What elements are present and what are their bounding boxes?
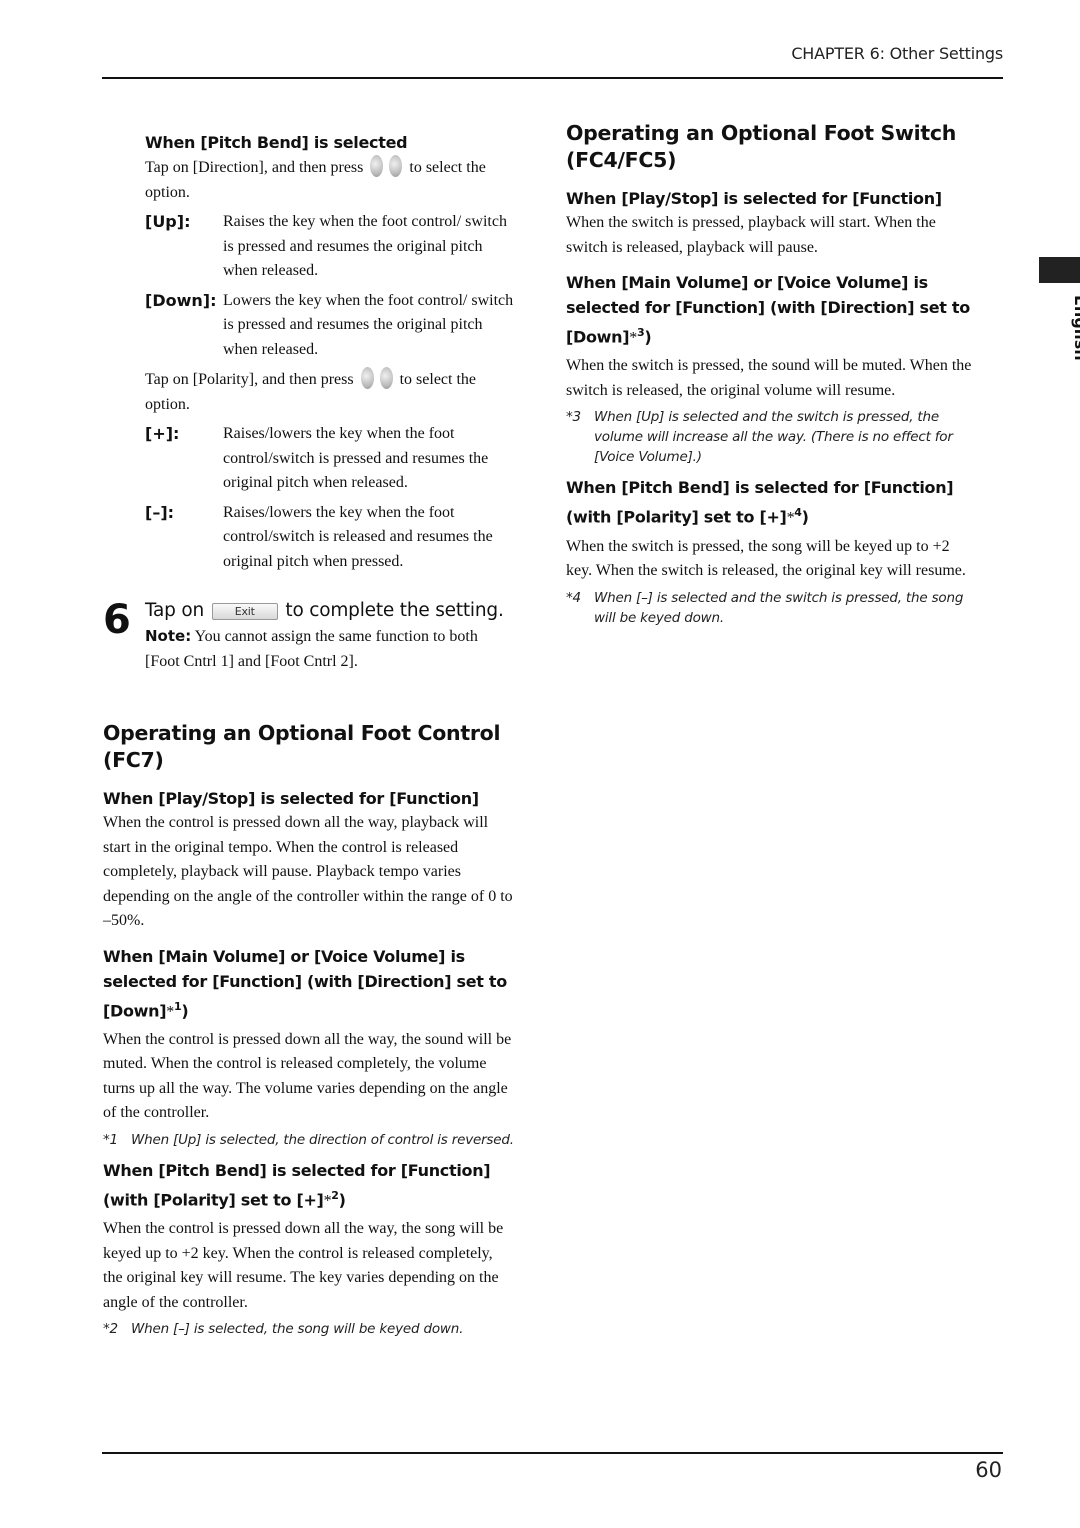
option-row: [Up]: Raises the key when the foot contr… xyxy=(145,210,515,284)
note-text: You cannot assign the same function to b… xyxy=(145,628,478,670)
option-desc: Lowers the key when the foot control/ sw… xyxy=(223,291,514,358)
fc7-play-stop-heading: When [Play/Stop] is selected for [Functi… xyxy=(103,789,479,808)
dial-left-icon xyxy=(370,155,384,177)
footnote-4: *4 When [–] is selected and the switch i… xyxy=(566,588,978,628)
direction-intro: Tap on [Direction], and then press to se… xyxy=(145,155,515,205)
footnote-mark: *2 xyxy=(103,1321,118,1338)
language-tab-label: English xyxy=(1071,295,1080,361)
pitch-bend-section: When [Pitch Bend] is selected Tap on [Di… xyxy=(103,130,515,574)
polarity-options: [+]: Raises/lowers the key when the foot… xyxy=(145,422,515,574)
fc4-pitch-heading: When [Pitch Bend] is selected for [Funct… xyxy=(566,478,954,527)
right-column: Operating an Optional Foot Switch (FC4/F… xyxy=(566,120,978,628)
direction-options: [Up]: Raises the key when the foot contr… xyxy=(145,210,515,362)
fc4-title: Operating an Optional Foot Switch (FC4/F… xyxy=(566,121,957,172)
pitch-bend-heading: When [Pitch Bend] is selected xyxy=(145,133,408,152)
footnote-3: *3 When [Up] is selected and the switch … xyxy=(566,407,978,467)
option-term: [–]: xyxy=(145,502,175,522)
footnote-ref: 2 xyxy=(331,1188,339,1202)
heading-text: When [Main Volume] or [Voice Volume] is … xyxy=(566,273,970,347)
footnote-text: When [Up] is selected and the switch is … xyxy=(594,409,953,466)
step-title-a: Tap on xyxy=(145,600,205,621)
polarity-intro: Tap on [Polarity], and then press to sel… xyxy=(145,367,515,417)
option-desc: Raises/lowers the key when the foot cont… xyxy=(223,503,493,570)
footnote-text: When [Up] is selected, the direction of … xyxy=(131,1131,514,1148)
heading-text: When [Main Volume] or [Voice Volume] is … xyxy=(103,946,507,1020)
fc7-play-stop-text: When the control is pressed down all the… xyxy=(103,814,513,929)
step-note: Note: You cannot assign the same functio… xyxy=(145,624,515,674)
fc4-play-stop-heading: When [Play/Stop] is selected for [Functi… xyxy=(566,189,942,208)
fc4-volume-text: When the switch is pressed, the sound wi… xyxy=(566,357,972,399)
dial-right-icon xyxy=(389,155,403,177)
option-desc: Raises/lowers the key when the foot cont… xyxy=(223,425,489,491)
fc4-pitch-text: When the switch is pressed, the song wil… xyxy=(566,537,966,580)
step-title-b: to complete the setting. xyxy=(285,600,504,621)
footnote-text: When [–] is selected and the switch is p… xyxy=(594,589,964,626)
step-body: Tap on Exit to complete the setting. Not… xyxy=(145,598,515,674)
fc4-play-stop-text: When the switch is pressed, playback wil… xyxy=(566,214,936,256)
fc4-volume-heading: When [Main Volume] or [Voice Volume] is … xyxy=(566,273,970,347)
page-number: 60 xyxy=(975,1458,1002,1482)
dial-left-icon xyxy=(360,367,374,389)
option-term: [Up]: xyxy=(145,212,191,231)
option-row: [Down]: Lowers the key when the foot con… xyxy=(145,289,515,363)
step-6: 6 Tap on Exit to complete the setting. N… xyxy=(103,598,515,674)
footnote-2: *2 When [–] is selected, the song will b… xyxy=(103,1319,515,1339)
footer-rule xyxy=(102,1452,1003,1454)
footnote-mark: *1 xyxy=(103,1131,118,1148)
option-desc: Raises the key when the foot control/ sw… xyxy=(223,213,507,279)
footnote-ref: 1 xyxy=(173,999,182,1013)
option-term: [Down]: xyxy=(145,290,217,310)
fc7-pitch-text: When the control is pressed down all the… xyxy=(103,1220,504,1311)
header-rule xyxy=(102,77,1003,79)
heading-text: When [Pitch Bend] is selected for [Funct… xyxy=(566,478,954,527)
polarity-intro-text-a: Tap on [Polarity], and then press xyxy=(145,371,354,388)
step-number: 6 xyxy=(103,597,131,643)
language-tab-marker xyxy=(1039,257,1080,283)
dial-right-icon xyxy=(379,367,393,389)
footnote-1: *1 When [Up] is selected, the direction … xyxy=(103,1130,515,1150)
option-term: [+]: xyxy=(145,424,180,443)
option-row: [–]: Raises/lowers the key when the foot… xyxy=(145,501,515,575)
fc7-volume-text: When the control is pressed down all the… xyxy=(103,1030,512,1122)
note-label: Note: xyxy=(145,627,192,645)
step-title: Tap on Exit to complete the setting. xyxy=(145,598,515,624)
footnote-mark: *4 xyxy=(566,589,581,606)
heading-text: When [Pitch Bend] is selected for [Funct… xyxy=(103,1160,491,1210)
chapter-header: CHAPTER 6: Other Settings xyxy=(791,44,1003,63)
exit-button-icon: Exit xyxy=(211,603,278,620)
left-column: When [Pitch Bend] is selected Tap on [Di… xyxy=(103,130,515,1339)
fc7-section: Operating an Optional Foot Control (FC7)… xyxy=(103,720,515,1339)
fc7-volume-heading: When [Main Volume] or [Voice Volume] is … xyxy=(103,946,507,1020)
footnote-ref: 4 xyxy=(794,506,802,520)
footnote-mark: *3 xyxy=(566,409,581,426)
direction-intro-text-a: Tap on [Direction], and then press xyxy=(145,159,364,176)
footnote-ref: 3 xyxy=(636,326,645,339)
asterisk: * xyxy=(166,1002,174,1020)
fc7-title: Operating an Optional Foot Control (FC7) xyxy=(103,721,501,772)
fc7-pitch-heading: When [Pitch Bend] is selected for [Funct… xyxy=(103,1160,491,1210)
footnote-text: When [–] is selected, the song will be k… xyxy=(131,1321,464,1338)
option-row: [+]: Raises/lowers the key when the foot… xyxy=(145,422,515,496)
asterisk: * xyxy=(629,329,637,347)
